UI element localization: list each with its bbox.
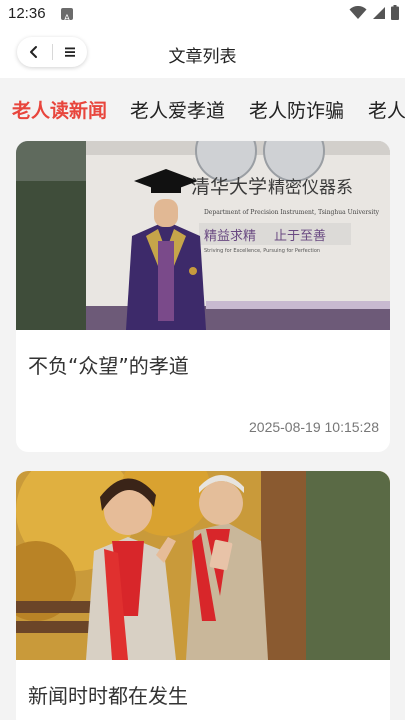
sign-english: Department of Precision Instrument, Tsin… [204,209,380,216]
motto-1: 精益求精 [204,229,256,244]
article-title: 新闻时时都在发生 [28,684,188,708]
sign-school: 清华大学 [191,176,267,198]
status-bar: 12:36 A [0,0,405,28]
article-card[interactable]: 清华大学 精密仪器系 Department of Precision Instr… [16,141,390,452]
sign-department: 精密仪器系 [268,178,353,198]
article-title: 不负“众望”的孝道 [28,354,189,378]
article-image: 清华大学 精密仪器系 Department of Precision Instr… [16,141,390,330]
article-image [16,471,390,660]
article-card[interactable]: 新闻时时都在发生 [16,471,390,720]
tab-elderly-news[interactable]: 老人读新闻 [12,96,107,123]
tab-filial-piety[interactable]: 老人爱孝道 [130,96,225,123]
status-time: 12:36 [8,5,46,22]
tab-anti-fraud[interactable]: 老人防诈骗 [249,96,344,123]
navigation-header: 文章列表 [0,28,405,78]
svg-text:A: A [64,14,71,23]
wifi-icon [349,5,367,19]
motto-english: Striving for Excellence, Pursuing for Pe… [204,248,320,254]
battery-icon [391,5,399,20]
motto-2: 止于至善 [274,228,326,244]
tab-more[interactable]: 老人 [368,96,405,123]
category-tabs: 老人读新闻 老人爱孝道 老人防诈骗 老人 [0,78,405,136]
a-letter-icon: A [61,8,73,24]
page-title: 文章列表 [168,47,237,67]
signal-icon [373,6,385,19]
article-date: 2025-08-19 10:15:28 [249,419,379,435]
